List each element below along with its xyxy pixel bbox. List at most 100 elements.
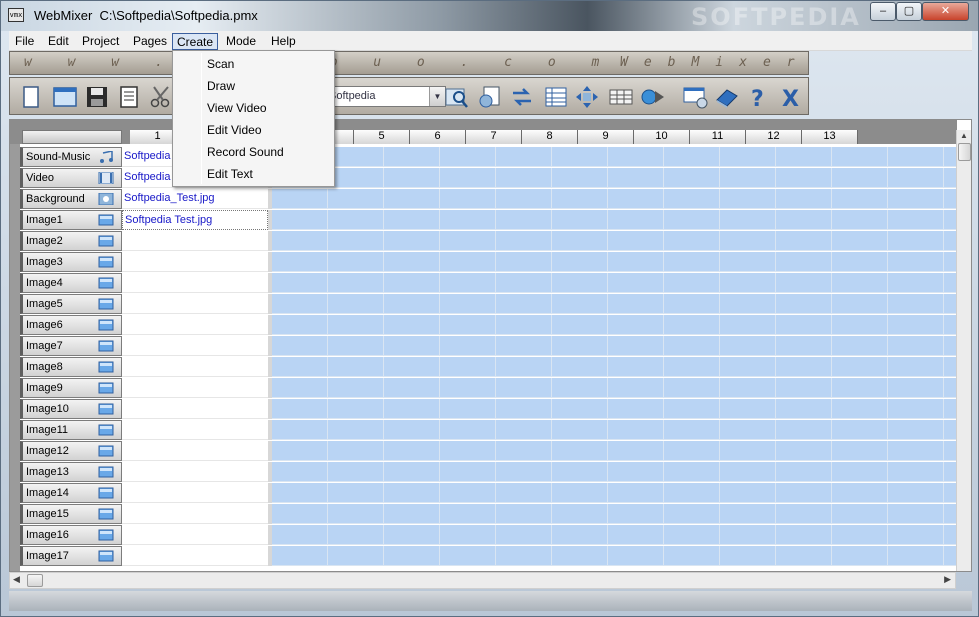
timeline-cell[interactable] [272, 210, 328, 230]
timeline-cell[interactable] [608, 357, 664, 377]
menu-create[interactable]: Create [172, 33, 219, 50]
timeline-cell[interactable] [552, 294, 608, 314]
timeline-cell[interactable] [440, 315, 496, 335]
track-file-cell[interactable] [122, 420, 268, 440]
timeline-cell[interactable] [888, 336, 944, 356]
track-label[interactable]: Image5 [20, 294, 122, 314]
timeline-cell[interactable] [832, 189, 888, 209]
timeline-cell[interactable] [776, 252, 832, 272]
timeline-cell[interactable] [552, 483, 608, 503]
menu-item-scan[interactable]: Scan [175, 53, 332, 75]
timeline-cell[interactable] [440, 252, 496, 272]
track-file-cell[interactable] [122, 399, 268, 419]
timeline-cell[interactable] [720, 420, 776, 440]
window-icon[interactable] [50, 82, 80, 112]
preview-icon[interactable] [474, 82, 504, 112]
timeline-cell[interactable] [440, 273, 496, 293]
timeline-cell[interactable] [832, 546, 888, 566]
timeline-cell[interactable] [552, 357, 608, 377]
timeline-cell[interactable] [664, 189, 720, 209]
vertical-scrollbar[interactable]: ▲ [956, 130, 971, 571]
track-label[interactable]: Video [20, 168, 122, 188]
timeline-cell[interactable] [720, 441, 776, 461]
track-file-cell[interactable] [122, 378, 268, 398]
timeline-cell[interactable] [888, 420, 944, 440]
timeline-cell[interactable] [384, 483, 440, 503]
timeline-cell[interactable] [384, 399, 440, 419]
track-label[interactable]: Image7 [20, 336, 122, 356]
exit-icon[interactable]: X [777, 82, 807, 112]
timeline-cell[interactable] [888, 147, 944, 167]
timeline-cell[interactable] [664, 315, 720, 335]
timeline-cell[interactable] [272, 189, 328, 209]
timeline-cell[interactable] [384, 546, 440, 566]
page-select[interactable]: Softpedia ▼ [322, 86, 446, 107]
timeline-cell[interactable] [608, 504, 664, 524]
timeline-cell[interactable] [832, 294, 888, 314]
timeline-cell[interactable] [552, 504, 608, 524]
timeline-cell[interactable] [440, 210, 496, 230]
timeline-cell[interactable] [720, 189, 776, 209]
timeline-cell[interactable] [776, 441, 832, 461]
timeline-cell[interactable] [664, 378, 720, 398]
play-globe-icon[interactable] [638, 82, 668, 112]
timeline-cell[interactable] [440, 378, 496, 398]
timeline-cell[interactable] [664, 504, 720, 524]
column-header[interactable]: 10 [634, 130, 690, 144]
track-label[interactable]: Image1 [20, 210, 122, 230]
timeline-cell[interactable] [384, 210, 440, 230]
track-file-cell[interactable] [122, 483, 268, 503]
timeline-cell[interactable] [272, 483, 328, 503]
timeline-cell[interactable] [832, 441, 888, 461]
timeline-cell[interactable] [608, 546, 664, 566]
timeline-cell[interactable] [384, 147, 440, 167]
timeline-cell[interactable] [384, 462, 440, 482]
timeline-cell[interactable] [328, 168, 384, 188]
title-bar[interactable]: vmx WebMixer C:\Softpedia\Softpedia.pmx … [1, 1, 978, 31]
timeline-cell[interactable] [440, 357, 496, 377]
timeline-cell[interactable] [888, 273, 944, 293]
menu-item-record-sound[interactable]: Record Sound [175, 141, 332, 163]
timeline-cell[interactable] [496, 336, 552, 356]
timeline-cell[interactable] [272, 273, 328, 293]
timeline-cell[interactable] [720, 315, 776, 335]
timeline-cell[interactable] [272, 504, 328, 524]
timeline-cell[interactable] [552, 231, 608, 251]
timeline-cell[interactable] [328, 546, 384, 566]
timeline-cell[interactable] [832, 147, 888, 167]
timeline-cell[interactable] [384, 378, 440, 398]
timeline-cell[interactable] [720, 294, 776, 314]
timeline-cell[interactable] [832, 378, 888, 398]
timeline-cell[interactable] [832, 399, 888, 419]
timeline-cell[interactable] [776, 273, 832, 293]
timeline-cell[interactable] [440, 294, 496, 314]
timeline-cell[interactable] [328, 483, 384, 503]
timeline-cell[interactable] [832, 336, 888, 356]
column-header[interactable]: 12 [746, 130, 802, 144]
horizontal-scrollbar[interactable]: ◀ ▶ [9, 572, 956, 589]
timeline-cell[interactable] [776, 315, 832, 335]
timeline-cell[interactable] [832, 525, 888, 545]
timeline-cell[interactable] [552, 168, 608, 188]
timeline-cell[interactable] [496, 294, 552, 314]
swap-icon[interactable] [507, 82, 537, 112]
timeline-cell[interactable] [384, 357, 440, 377]
timeline-cell[interactable] [496, 210, 552, 230]
timeline-cell[interactable] [608, 294, 664, 314]
timeline-cell[interactable] [440, 231, 496, 251]
timeline-cell[interactable] [272, 420, 328, 440]
timeline-cell[interactable] [272, 441, 328, 461]
track-file-cell[interactable] [122, 315, 268, 335]
timeline-cell[interactable] [552, 399, 608, 419]
timeline-cell[interactable] [776, 336, 832, 356]
timeline-cell[interactable] [328, 294, 384, 314]
timeline-cell[interactable] [720, 147, 776, 167]
timeline-cell[interactable] [664, 336, 720, 356]
timeline-cell[interactable] [440, 504, 496, 524]
timeline-cell[interactable] [832, 315, 888, 335]
track-label[interactable]: Background [20, 189, 122, 209]
scroll-left-icon[interactable]: ◀ [13, 574, 20, 585]
track-label[interactable]: Image11 [20, 420, 122, 440]
timeline-cell[interactable] [720, 273, 776, 293]
timeline-cell[interactable] [664, 462, 720, 482]
